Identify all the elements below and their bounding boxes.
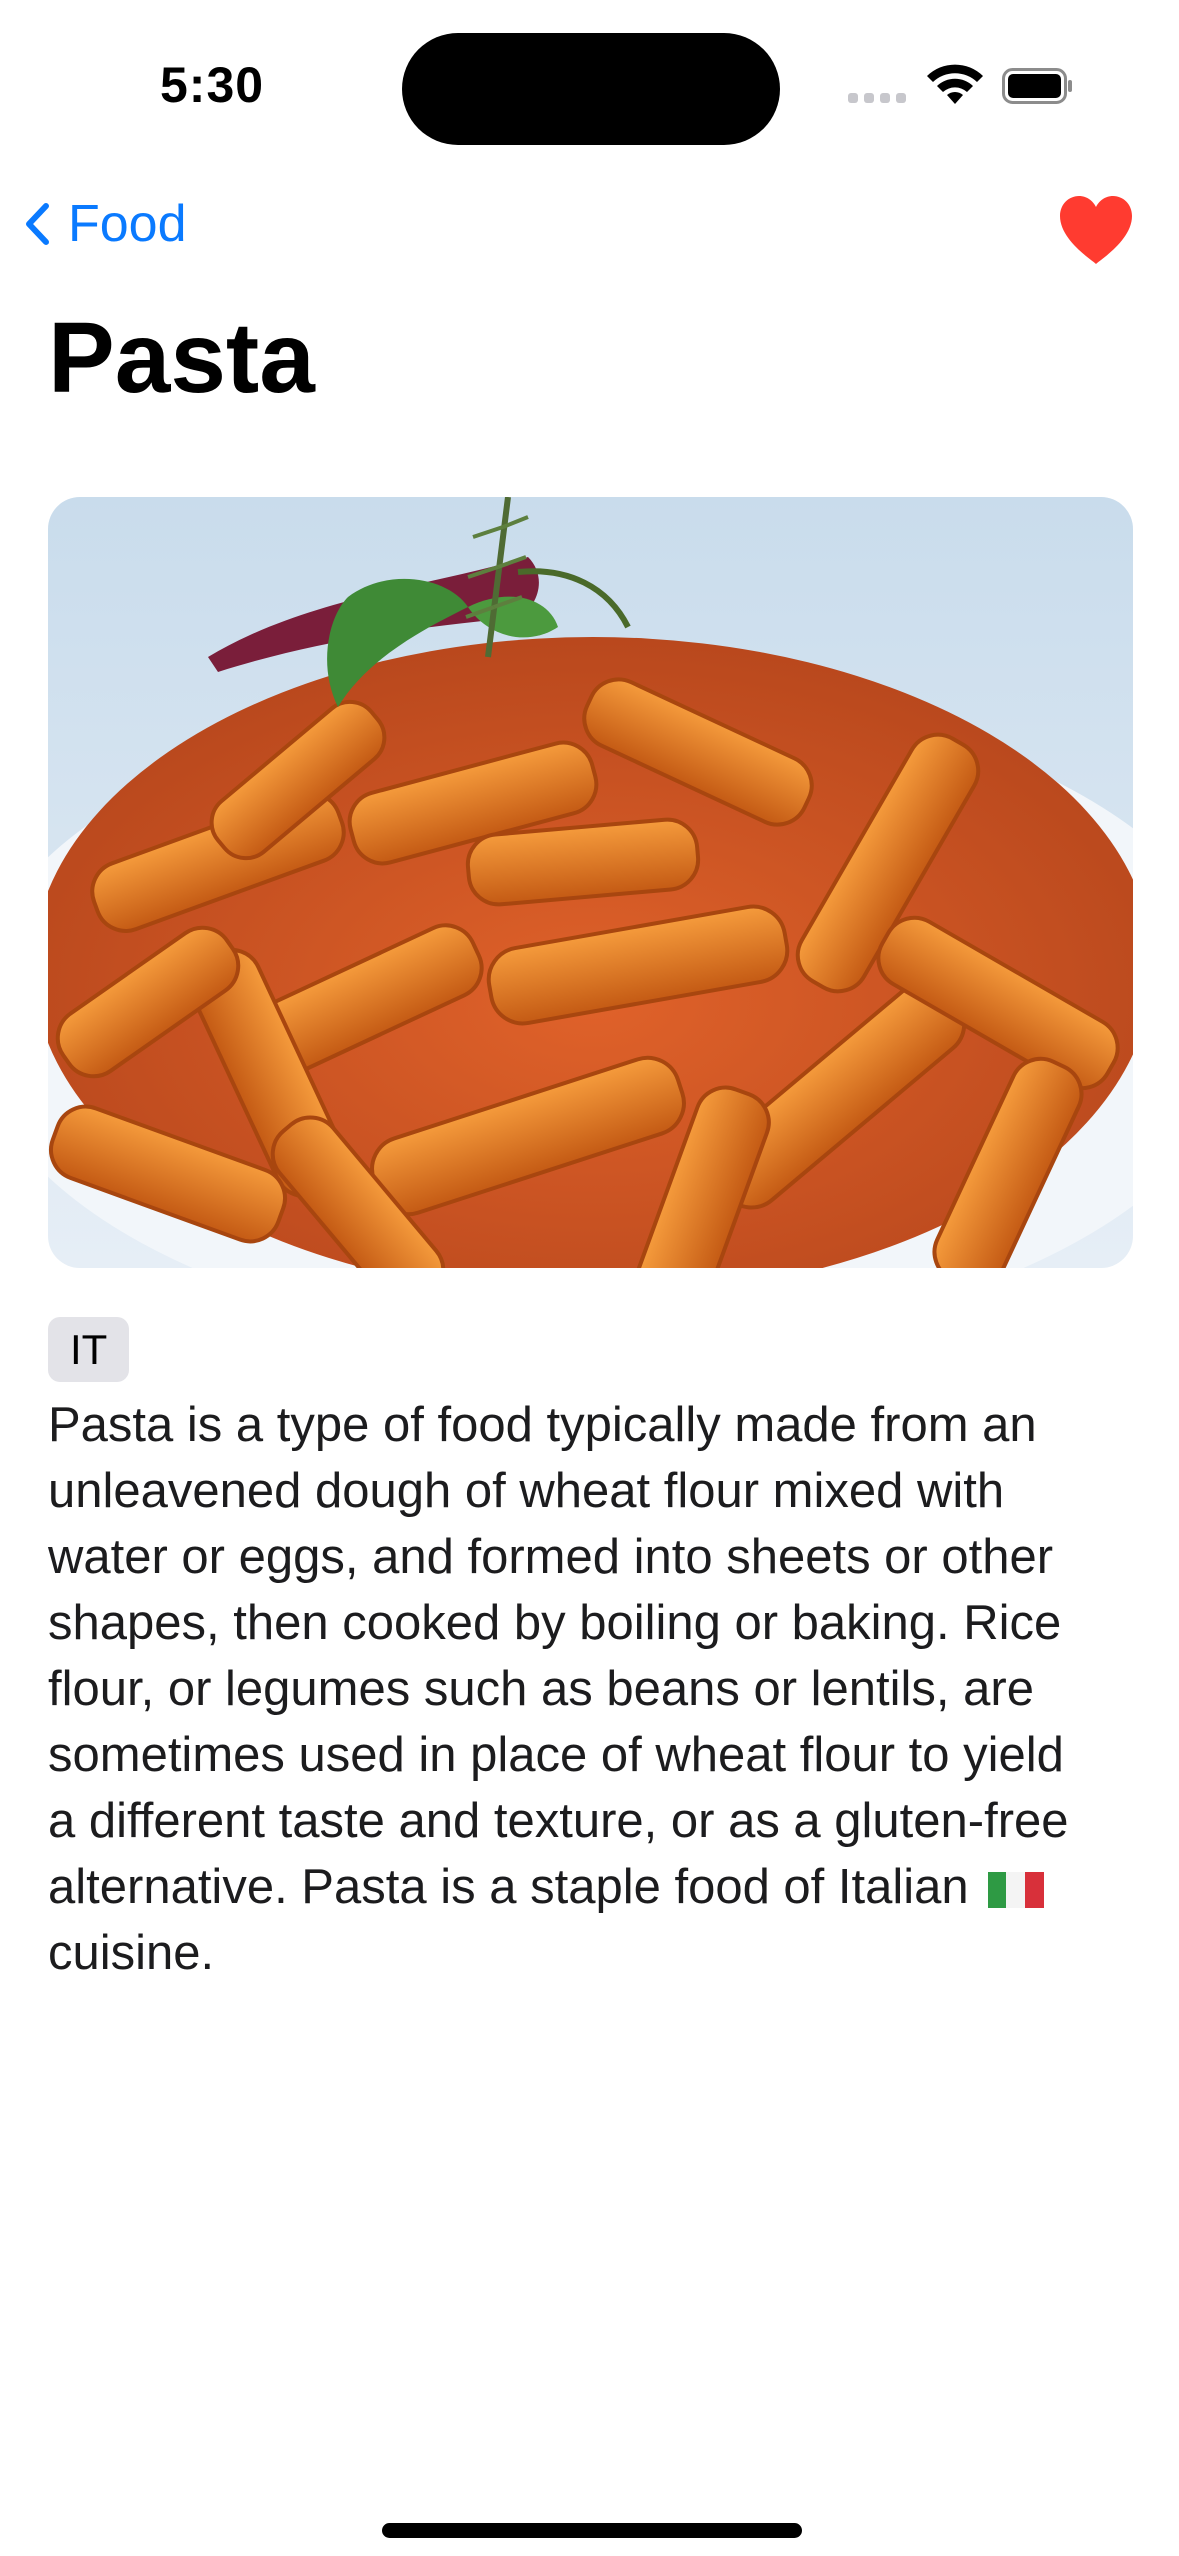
home-indicator[interactable] <box>382 2523 802 2538</box>
italy-flag-icon <box>988 1872 1045 1909</box>
description-body: Pasta is a type of food typically made f… <box>48 1398 1069 1914</box>
chevron-left-icon <box>26 203 49 245</box>
status-time: 5:30 <box>160 57 265 113</box>
pasta-image <box>48 497 1133 1268</box>
dynamic-island <box>402 33 780 145</box>
description-text: Pasta is a type of food typically made f… <box>48 1392 1148 1986</box>
wifi-icon <box>927 64 983 104</box>
navigation-bar: Food <box>0 180 1179 276</box>
page-title: Pasta <box>48 302 315 414</box>
cellular-signal-icon <box>848 93 906 103</box>
favorite-heart-icon[interactable] <box>1056 192 1136 268</box>
back-button-label: Food <box>68 195 187 253</box>
status-bar: 5:30 <box>0 0 1179 170</box>
description-tail: cuisine. <box>48 1926 215 1980</box>
country-code-badge: IT <box>48 1317 130 1382</box>
back-button[interactable]: Food <box>24 194 187 254</box>
battery-icon <box>1002 68 1072 104</box>
